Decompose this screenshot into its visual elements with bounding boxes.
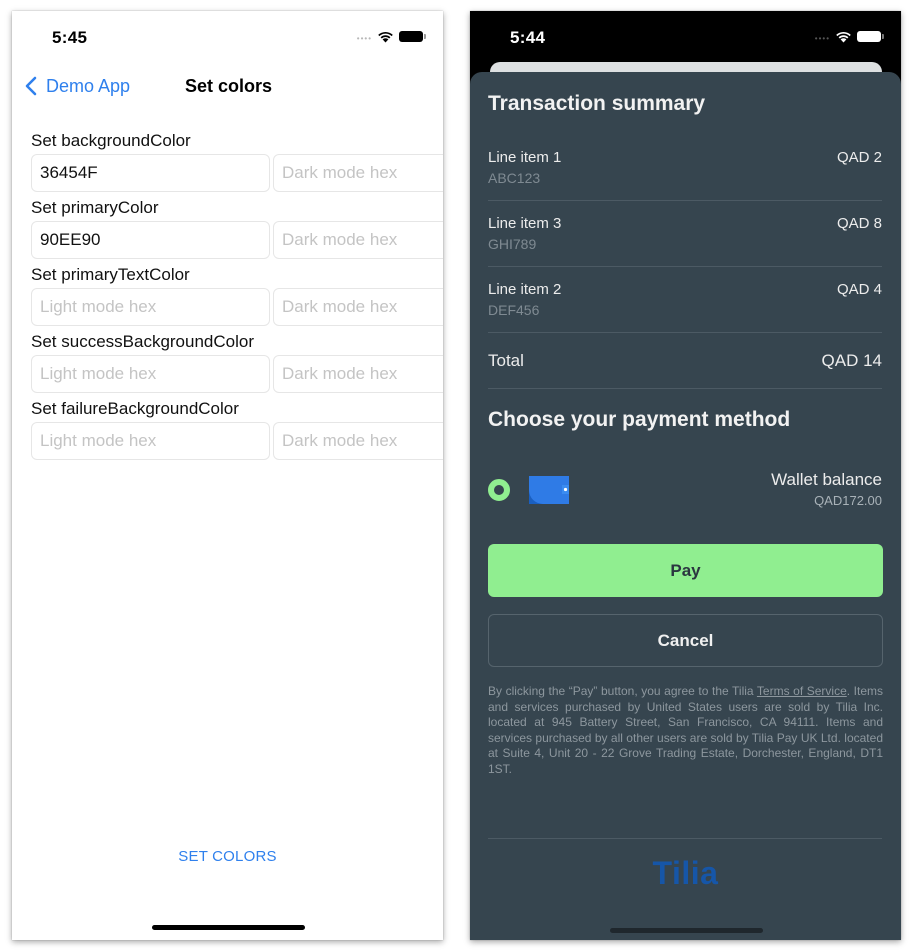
line-item-sku: DEF456 (488, 302, 540, 318)
status-icons: •••• (814, 30, 884, 43)
settings-screen: 5:45 •••• Demo App Set colors Set backgr… (12, 11, 443, 940)
chevron-left-icon (25, 76, 37, 96)
field-group-success-background-color: Set successBackgroundColor (31, 330, 443, 393)
home-indicator[interactable] (152, 925, 305, 930)
field-label: Set backgroundColor (31, 131, 191, 150)
status-bar: 5:44 •••• (470, 11, 901, 61)
light-mode-hex-input[interactable] (31, 422, 270, 460)
legal-disclaimer: By clicking the “Pay” button, you agree … (488, 684, 883, 777)
checkout-screen: 5:44 •••• Transaction summary Line item … (470, 11, 901, 940)
field-group-primary-text-color: Set primaryTextColor (31, 263, 443, 326)
line-items-list: Line item 1 ABC123 QAD 2 Line item 3 GHI… (488, 135, 882, 389)
total-label: Total (488, 351, 524, 370)
legal-prefix: By clicking the “Pay” button, you agree … (488, 684, 757, 698)
dark-mode-hex-input[interactable] (273, 221, 443, 259)
payment-sheet: Transaction summary Line item 1 ABC123 Q… (470, 72, 901, 940)
cellular-signal-icon: •••• (814, 34, 830, 43)
wallet-icon (529, 476, 569, 504)
back-label: Demo App (46, 75, 131, 96)
status-time: 5:45 (52, 28, 88, 47)
line-item-sku: GHI789 (488, 236, 537, 252)
tilia-logo: Tilia (652, 855, 719, 891)
light-mode-hex-input[interactable] (31, 221, 270, 259)
status-icons: •••• (356, 30, 426, 43)
light-mode-hex-input[interactable] (31, 154, 270, 192)
wifi-icon (836, 31, 851, 43)
line-item-price: QAD 2 (836, 149, 882, 166)
terms-of-service-link[interactable]: Terms of Service (757, 684, 847, 698)
footer-divider (488, 838, 882, 839)
field-label: Set primaryTextColor (31, 265, 190, 284)
status-bar: 5:45 •••• (12, 11, 443, 61)
line-item-sku: ABC123 (488, 170, 541, 186)
set-colors-button[interactable]: SET COLORS (12, 848, 443, 865)
wifi-icon (378, 31, 393, 43)
battery-icon (399, 31, 426, 42)
line-item: Line item 1 ABC123 QAD 2 (488, 135, 882, 201)
line-item-price: QAD 4 (836, 281, 882, 298)
total-row: Total QAD 14 (488, 333, 882, 389)
battery-icon (857, 31, 884, 42)
field-group-background-color: Set backgroundColor (31, 129, 443, 192)
dark-mode-hex-input[interactable] (273, 288, 443, 326)
field-label: Set failureBackgroundColor (31, 399, 239, 418)
payment-option-balance: QAD172.00 (814, 493, 882, 508)
cancel-button[interactable]: Cancel (488, 614, 883, 667)
line-item: Line item 3 GHI789 QAD 8 (488, 201, 882, 267)
dark-mode-hex-input[interactable] (273, 355, 443, 393)
back-button[interactable]: Demo App (22, 75, 130, 97)
page-title: Set colors (185, 76, 273, 96)
light-mode-hex-input[interactable] (31, 288, 270, 326)
line-item-name: Line item 1 (488, 149, 562, 166)
total-value: QAD 14 (821, 351, 882, 370)
field-group-primary-color: Set primaryColor (31, 196, 443, 259)
payment-option-wallet[interactable]: Wallet balance QAD172.00 (488, 468, 882, 512)
line-item-name: Line item 2 (488, 281, 562, 298)
pay-button[interactable]: Pay (488, 544, 883, 597)
navigation-bar: Demo App Set colors (12, 69, 443, 105)
payment-option-name: Wallet balance (771, 470, 882, 489)
status-time: 5:44 (510, 28, 546, 47)
dark-mode-hex-input[interactable] (273, 422, 443, 460)
color-form: Set backgroundColor Set primaryColor Set… (31, 129, 443, 464)
radio-selected-icon[interactable] (488, 479, 510, 501)
line-item-name: Line item 3 (488, 215, 562, 232)
line-item-price: QAD 8 (836, 215, 882, 232)
payment-method-title: Choose your payment method (488, 408, 791, 431)
field-label: Set successBackgroundColor (31, 332, 255, 351)
home-indicator[interactable] (610, 928, 763, 933)
light-mode-hex-input[interactable] (31, 355, 270, 393)
transaction-summary-title: Transaction summary (488, 92, 706, 115)
field-group-failure-background-color: Set failureBackgroundColor (31, 397, 443, 460)
cellular-signal-icon: •••• (356, 34, 372, 43)
dark-mode-hex-input[interactable] (273, 154, 443, 192)
field-label: Set primaryColor (31, 198, 159, 217)
line-item: Line item 2 DEF456 QAD 4 (488, 267, 882, 333)
